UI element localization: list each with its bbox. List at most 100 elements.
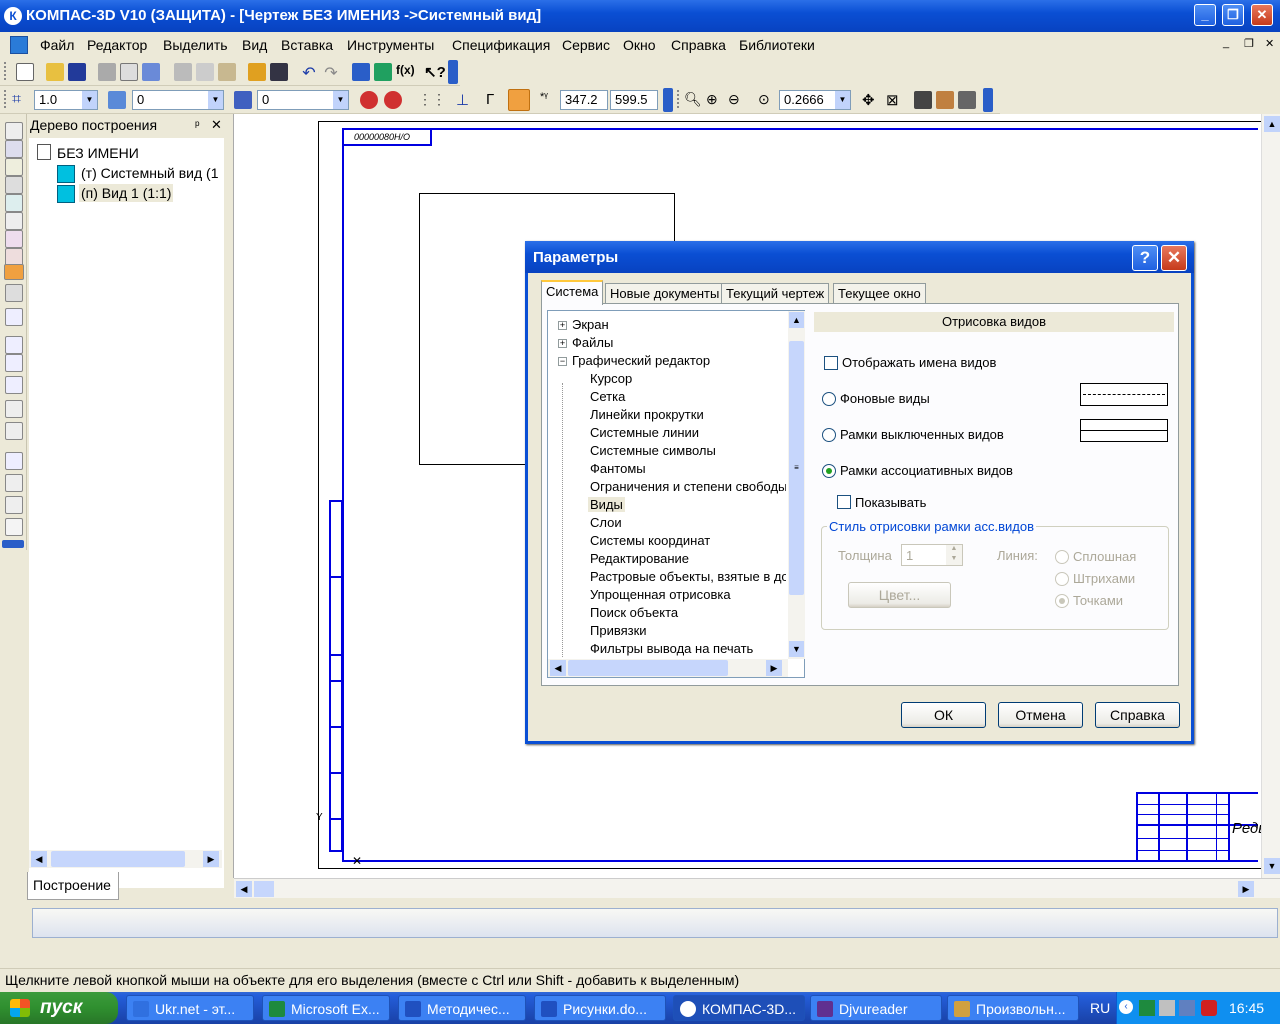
collapse-icon[interactable]: − <box>558 357 567 366</box>
detail-view-icon[interactable] <box>5 422 23 440</box>
maximize-button[interactable]: ❐ <box>1222 4 1244 26</box>
print-preview-icon[interactable] <box>120 63 138 81</box>
settings-tree-leaf[interactable]: Упрощенная отрисовка <box>590 587 731 602</box>
canvas-scroll-thumb[interactable] <box>254 881 274 897</box>
line-solid-radio[interactable] <box>1055 550 1069 564</box>
dialog-help-icon[interactable]: ? <box>1132 245 1158 271</box>
menu-window[interactable]: Окно <box>623 37 656 53</box>
settings-tree-node[interactable]: Экран <box>572 317 609 332</box>
menu-view[interactable]: Вид <box>242 37 267 53</box>
scroll-right-icon[interactable]: ▶ <box>1238 881 1254 897</box>
settings-tree-leaf[interactable]: Линейки прокрутки <box>590 407 704 422</box>
chevron-down-icon[interactable]: ▼ <box>208 91 223 109</box>
settings-tree-leaf[interactable]: Привязки <box>590 623 647 638</box>
list-icon[interactable] <box>270 63 288 81</box>
settings-tree-leaf[interactable]: Системы координат <box>590 533 710 548</box>
menu-libraries[interactable]: Библиотеки <box>739 37 815 53</box>
snap-icon[interactable] <box>360 91 378 109</box>
y-coordinate-field[interactable]: 599.5 <box>610 90 658 110</box>
standard-views-icon[interactable] <box>5 336 23 354</box>
round-coords-icon[interactable] <box>508 89 530 111</box>
zoom-icon[interactable]: 🔍︎ <box>684 91 702 109</box>
local-view-icon[interactable] <box>5 452 23 470</box>
copy-icon[interactable] <box>196 63 214 81</box>
assoc-frames-radio[interactable] <box>822 464 836 478</box>
scale-combo[interactable]: 1.0 ▼ <box>34 90 98 110</box>
antivirus-icon[interactable] <box>1201 1000 1217 1016</box>
task-excel[interactable]: Microsoft Ex... <box>262 995 390 1021</box>
settings-tree-leaf[interactable]: Растровые объекты, взятые в до <box>590 569 786 584</box>
scroll-right-icon[interactable]: ▶ <box>766 660 782 676</box>
settings-tree-leaf[interactable]: Фильтры вывода на печать <box>590 641 753 656</box>
canvas-hscrollbar[interactable]: ◀ ▶ <box>234 878 1280 898</box>
display-tray-icon[interactable] <box>1179 1000 1195 1016</box>
library-icon[interactable] <box>374 63 392 81</box>
tab-new-documents[interactable]: Новые документы <box>605 283 725 304</box>
print-icon[interactable] <box>98 63 116 81</box>
menu-specification[interactable]: Спецификация <box>452 37 550 53</box>
start-button[interactable]: пуск <box>0 992 118 1024</box>
menu-insert[interactable]: Вставка <box>281 37 333 53</box>
settings-tree-leaf[interactable]: Слои <box>590 515 622 530</box>
doc-restore-button[interactable]: ❐ <box>1244 37 1254 50</box>
paste-icon[interactable] <box>218 63 236 81</box>
line-dotted-radio[interactable] <box>1055 594 1069 608</box>
cut-view-icon[interactable] <box>5 496 23 514</box>
settings-tree-node[interactable]: Графический редактор <box>572 353 710 368</box>
expand-icon[interactable]: + <box>558 339 567 348</box>
disabled-view-icon[interactable] <box>5 518 23 536</box>
manager-icon[interactable] <box>352 63 370 81</box>
document-icon[interactable] <box>10 36 28 54</box>
rebuild-icon[interactable] <box>936 91 954 109</box>
task-word-method[interactable]: Методичес... <box>398 995 526 1021</box>
tab-current-drawing[interactable]: Текущий чертеж <box>721 283 830 304</box>
settings-tree-node[interactable]: Файлы <box>572 335 613 350</box>
menu-service[interactable]: Сервис <box>562 37 610 53</box>
tree-hscrollbar[interactable]: ◀ ▶ <box>29 850 222 868</box>
menu-editor[interactable]: Редактор <box>87 37 147 53</box>
local-snap-icon[interactable] <box>384 91 402 109</box>
section-view-icon[interactable] <box>5 400 23 418</box>
break-view-icon[interactable] <box>5 474 23 492</box>
tree-scroll-thumb[interactable] <box>51 851 185 867</box>
canvas-vscrollbar[interactable]: ▲ ▼ <box>1261 114 1280 878</box>
settings-tree-leaf[interactable]: Сетка <box>590 389 625 404</box>
views-tool-icon[interactable] <box>4 264 24 280</box>
task-kompas[interactable]: КОМПАС-3D... <box>673 995 805 1021</box>
chevron-down-icon[interactable]: ▼ <box>333 91 348 109</box>
dimensions-tool-icon[interactable] <box>5 140 23 158</box>
display-icon[interactable] <box>958 91 976 109</box>
x-coordinate-field[interactable]: 347.2 <box>560 90 608 110</box>
minimize-button[interactable]: _ <box>1194 4 1216 26</box>
ortho-icon[interactable]: Γ <box>486 91 504 109</box>
language-indicator[interactable]: RU <box>1090 992 1110 1024</box>
zoom-out-icon[interactable]: ⊖ <box>728 91 746 109</box>
measure-tool-icon[interactable] <box>5 212 23 230</box>
color-button[interactable]: Цвет... <box>848 582 951 608</box>
settings-tree-leaf[interactable]: Системные линии <box>590 425 699 440</box>
projection-view-icon[interactable] <box>5 354 23 372</box>
scroll-right-icon[interactable]: ▶ <box>203 851 219 867</box>
tab-current-window[interactable]: Текущее окно <box>833 283 926 304</box>
settings-tree-leaf[interactable]: Курсор <box>590 371 632 386</box>
arrow-view-icon[interactable] <box>5 376 23 394</box>
style-combo[interactable]: 0 ▼ <box>257 90 349 110</box>
local-cs-icon[interactable]: ⊥ <box>456 91 474 109</box>
show-names-checkbox[interactable] <box>824 356 838 370</box>
doc-minimize-button[interactable]: _ <box>1223 37 1229 49</box>
open-icon[interactable] <box>46 63 64 81</box>
param-tool-icon[interactable] <box>5 194 23 212</box>
ok-button[interactable]: ОК <box>901 702 986 728</box>
settings-tree-leaf[interactable]: Поиск объекта <box>590 605 678 620</box>
tree-item-view-1[interactable]: (п) Вид 1 (1:1) <box>79 184 174 202</box>
settings-tree-leaf[interactable]: Виды <box>588 497 625 512</box>
disabled-frames-radio[interactable] <box>822 428 836 442</box>
tray-app-icon[interactable] <box>1139 1000 1155 1016</box>
menu-tools[interactable]: Инструменты <box>347 37 434 53</box>
geometry-tool-icon[interactable] <box>5 122 23 140</box>
task-arbitrary[interactable]: Произвольн... <box>947 995 1079 1021</box>
task-ukrnet[interactable]: Ukr.net - эт... <box>126 995 254 1021</box>
redo-icon[interactable]: ↷ <box>322 63 340 82</box>
dialog-close-icon[interactable]: ✕ <box>1161 245 1187 271</box>
cancel-button[interactable]: Отмена <box>998 702 1083 728</box>
